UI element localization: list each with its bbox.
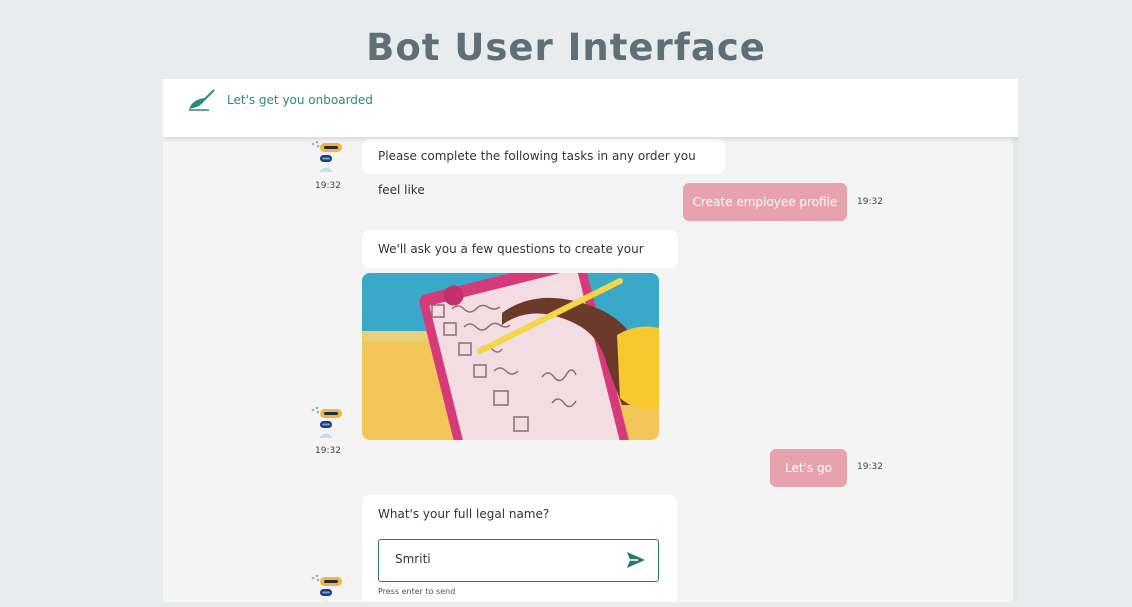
message-time: 19:32 [315,181,341,191]
checklist-image [362,273,659,440]
question-text: What's your full legal name? [378,507,550,521]
full-name-input[interactable] [378,539,659,582]
robot-avatar-icon [311,406,342,438]
full-name-field[interactable] [393,551,617,567]
message-time: 19:32 [315,446,341,456]
robot-avatar-icon [311,574,342,602]
message-time: 19:32 [857,197,883,207]
message-time: 19:32 [857,462,883,472]
user-message-create-profile[interactable]: Create employee profile [683,183,847,221]
chat-window: Let's get you onboarded 19:32 Please com… [163,79,1018,602]
name-question-card: What's your full legal name? Press enter… [362,495,677,602]
leaf-logo-icon [189,89,215,111]
header-title: Let's get you onboarded [227,93,373,107]
scrollbar-track[interactable] [1013,137,1018,602]
bot-message: We'll ask you a few questions to create … [362,230,678,294]
user-message-lets-go[interactable]: Let's go [770,449,847,487]
send-icon[interactable] [626,551,646,569]
chat-header: Let's get you onboarded [163,79,1018,137]
robot-avatar-icon [311,140,342,172]
press-enter-hint: Press enter to send [378,587,456,596]
bot-message: Please complete the following tasks in a… [362,139,725,197]
page-title: Bot User Interface [366,26,766,69]
